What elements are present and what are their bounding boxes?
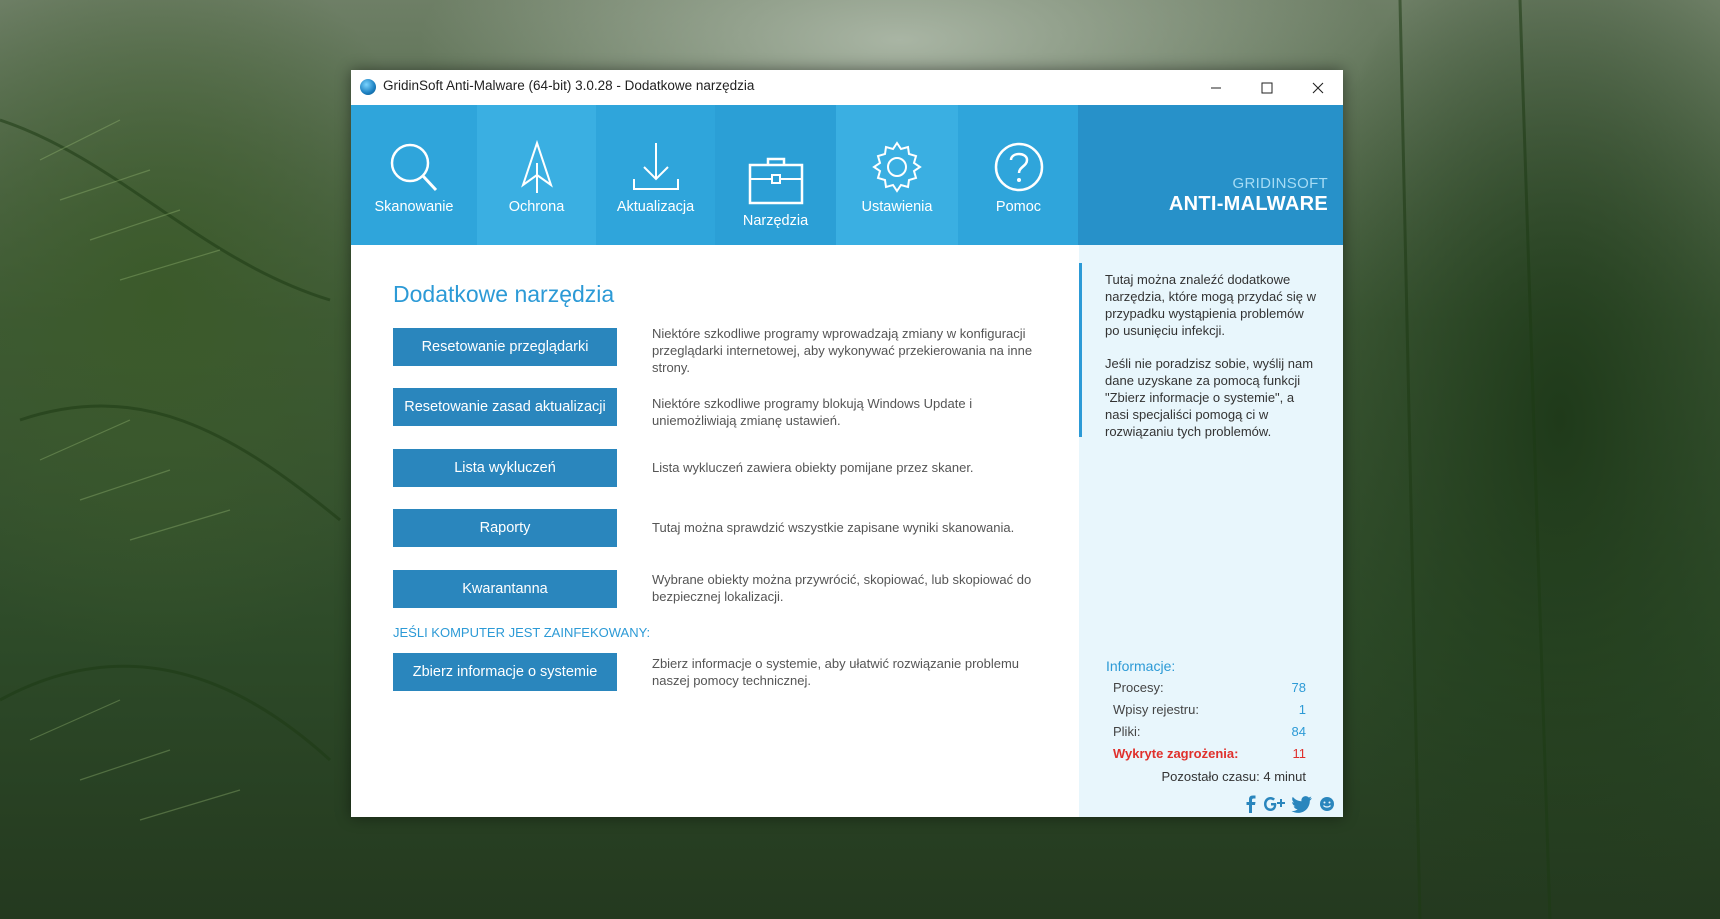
maximize-button[interactable]	[1243, 70, 1291, 105]
reports-button[interactable]: Raporty	[393, 509, 617, 547]
close-button[interactable]	[1294, 70, 1342, 105]
close-icon	[1312, 82, 1324, 93]
nav-item-protection[interactable]: Ochrona	[477, 105, 596, 245]
tool-description: Niektóre szkodliwe programy blokują Wind…	[652, 396, 973, 428]
help-circle-icon	[994, 142, 1043, 192]
time-remaining: Pozostało czasu: 4 minut	[1161, 769, 1306, 784]
brand-company: GRIDINSOFT	[1232, 175, 1328, 192]
tool-description: Zbierz informacje o systemie, aby ułatwi…	[652, 656, 1020, 688]
nav-label: Skanowanie	[374, 199, 454, 215]
nav-item-scan[interactable]: Skanowanie	[351, 105, 477, 245]
info-sidebar: Tutaj można znaleźć dodatkowe narzędzia,…	[1079, 245, 1343, 817]
stat-label: Pliki:	[1113, 724, 1141, 739]
feedback-icon[interactable]	[1319, 794, 1335, 814]
stat-threats: Wykryte zagrożenia: 11	[1113, 746, 1306, 761]
tool-description: Lista wykluczeń zawiera obiekty pomijane…	[652, 460, 974, 475]
google-plus-icon[interactable]	[1264, 794, 1286, 814]
nav-label: Aktualizacja	[616, 199, 695, 215]
toolbox-icon	[748, 157, 803, 205]
stat-value: 84	[1291, 724, 1306, 739]
exclusion-list-button[interactable]: Lista wykluczeń	[393, 449, 617, 487]
stat-label: Wykryte zagrożenia:	[1113, 746, 1239, 761]
quarantine-button[interactable]: Kwarantanna	[393, 570, 617, 608]
stat-registry: Wpisy rejestru: 1	[1113, 702, 1306, 717]
window-title: GridinSoft Anti-Malware (64-bit) 3.0.28 …	[383, 78, 755, 93]
sidebar-support-text: Jeśli nie poradzisz sobie, wyślij nam da…	[1105, 356, 1314, 439]
nav-item-help[interactable]: Pomoc	[958, 105, 1079, 245]
stat-label: Procesy:	[1113, 680, 1164, 695]
nav-label: Ochrona	[508, 199, 565, 215]
minimize-icon	[1211, 87, 1221, 88]
stat-processes: Procesy: 78	[1113, 680, 1306, 695]
title-bar[interactable]: GridinSoft Anti-Malware (64-bit) 3.0.28 …	[351, 70, 1343, 105]
nav-item-update[interactable]: Aktualizacja	[596, 105, 715, 245]
tool-description: Wybrane obiekty można przywrócić, skopio…	[652, 572, 1032, 604]
reset-update-policy-button[interactable]: Resetowanie zasad aktualizacji	[393, 388, 617, 426]
nav-item-tools[interactable]: Narzędzia	[715, 105, 836, 259]
tools-panel: Dodatkowe narzędzia Resetowanie przegląd…	[351, 245, 1079, 817]
twitter-icon[interactable]	[1291, 794, 1313, 814]
stat-value: 1	[1298, 702, 1306, 717]
brand-product: ANTI-MALWARE	[1168, 193, 1328, 215]
tool-description: Tutaj można sprawdzić wszystkie zapisane…	[652, 520, 1015, 535]
stat-value: 78	[1291, 680, 1306, 695]
info-title: Informacje:	[1106, 658, 1176, 674]
sidebar-accent-line	[1079, 263, 1082, 437]
brand-area: GRIDINSOFT ANTI-MALWARE	[1078, 105, 1343, 245]
tool-description: Niektóre szkodliwe programy wprowadzają …	[652, 326, 1033, 375]
facebook-icon[interactable]	[1241, 794, 1261, 814]
app-window: GridinSoft Anti-Malware (64-bit) 3.0.28 …	[351, 70, 1343, 817]
stat-files: Pliki: 84	[1113, 724, 1306, 739]
minimize-button[interactable]	[1192, 70, 1240, 105]
collect-system-info-button[interactable]: Zbierz informacje o systemie	[393, 653, 617, 691]
stat-value: 11	[1292, 746, 1307, 761]
reset-browser-button[interactable]: Resetowanie przeglądarki	[393, 328, 617, 366]
magnifier-icon	[390, 143, 438, 192]
maximize-icon	[1261, 82, 1273, 93]
nav-label: Ustawienia	[861, 199, 933, 215]
page-title: Dodatkowe narzędzia	[393, 281, 615, 307]
nav-label: Pomoc	[995, 199, 1042, 215]
main-nav: Skanowanie Ochrona Aktualizacja Narzędzi…	[351, 105, 1343, 259]
stat-label: Wpisy rejestru:	[1113, 702, 1199, 717]
sidebar-help-text: Tutaj można znaleźć dodatkowe narzędzia,…	[1105, 272, 1316, 338]
gear-icon	[872, 141, 922, 193]
download-icon	[632, 143, 679, 190]
nav-item-settings[interactable]: Ustawienia	[836, 105, 958, 245]
infected-section-label: JEŚLI KOMPUTER JEST ZAINFEKOWANY:	[393, 625, 651, 640]
app-logo-icon	[360, 79, 376, 95]
shield-arrow-icon	[520, 139, 553, 193]
nav-label: Narzędzia	[742, 213, 809, 229]
